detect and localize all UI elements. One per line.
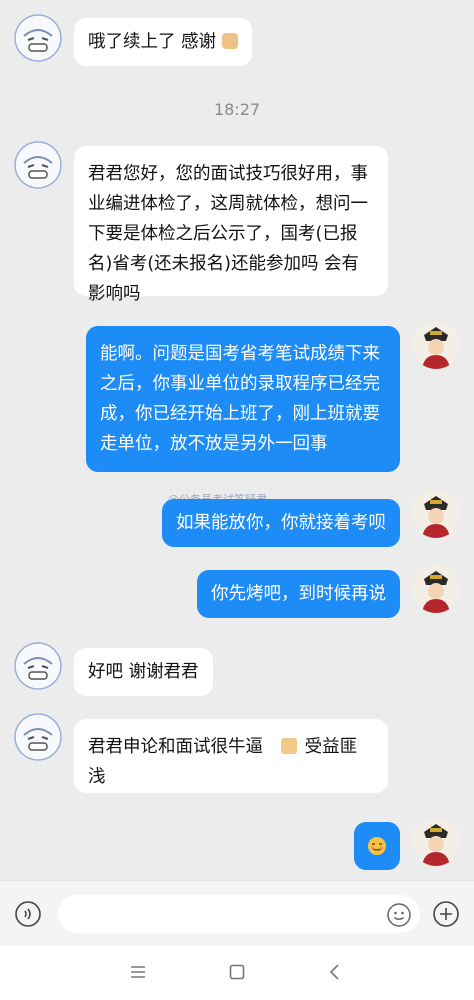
message-bubble[interactable]: 你先烤吧，到时候再说	[197, 570, 400, 618]
message-text: 如果能放你，你就接着考呗	[176, 513, 386, 533]
menu-icon[interactable]	[129, 964, 147, 980]
message-bubble[interactable]: 好吧 谢谢君君	[74, 648, 213, 696]
emoji-message-bubble[interactable]	[354, 822, 400, 870]
message-bubble[interactable]: 能啊。问题是国考省考笔试成绩下来之后，你事业单位的录取程序已经完成，你已经开始上…	[86, 326, 400, 472]
user-avatar[interactable]	[412, 321, 460, 369]
back-icon[interactable]	[328, 963, 342, 981]
thumbs-up-emoji-icon	[280, 738, 297, 754]
message-text: 君君您好，您的面试技巧很好用，事业编进体检了，这周就体检，想问一下要是体检之后公…	[88, 164, 368, 304]
message-text: 能啊。问题是国考省考笔试成绩下来之后，你事业单位的录取程序已经完成，你已经开始上…	[100, 344, 380, 454]
message-bubble[interactable]: 如果能放你，你就接着考呗	[162, 499, 400, 547]
user-avatar[interactable]	[412, 818, 460, 866]
smiley-emoji-icon	[368, 837, 386, 855]
voice-icon[interactable]	[14, 900, 42, 928]
message-text: 你先烤吧，到时候再说	[211, 584, 386, 604]
contact-avatar[interactable]	[14, 141, 62, 189]
home-icon[interactable]	[228, 963, 246, 981]
contact-avatar[interactable]	[14, 713, 62, 761]
emoji-icon[interactable]	[386, 902, 412, 928]
message-input[interactable]	[58, 895, 420, 933]
user-avatar[interactable]	[412, 565, 460, 613]
user-avatar[interactable]	[412, 490, 460, 538]
chat-area[interactable]: 哦了续上了 感谢 18:27 君君您好，您的面试技巧很好用，事业编进体检了，这周…	[0, 0, 474, 880]
contact-avatar[interactable]	[14, 14, 62, 62]
timestamp: 18:27	[213, 100, 261, 119]
message-text: 好吧 谢谢君君	[88, 662, 199, 682]
message-bubble[interactable]: 君君申论和面试很牛逼 受益匪浅	[74, 719, 388, 793]
message-bubble[interactable]: 哦了续上了 感谢	[74, 18, 252, 66]
message-bubble[interactable]: 君君您好，您的面试技巧很好用，事业编进体检了，这周就体检，想问一下要是体检之后公…	[74, 146, 388, 304]
message-text: 哦了续上了 感谢	[88, 32, 217, 52]
pray-emoji-icon	[221, 33, 238, 49]
plus-icon[interactable]	[432, 900, 460, 928]
contact-avatar[interactable]	[14, 642, 62, 690]
message-text: 君君申论和面试很牛逼	[88, 737, 263, 757]
input-bar	[0, 880, 474, 946]
system-nav-bar	[0, 946, 474, 1000]
